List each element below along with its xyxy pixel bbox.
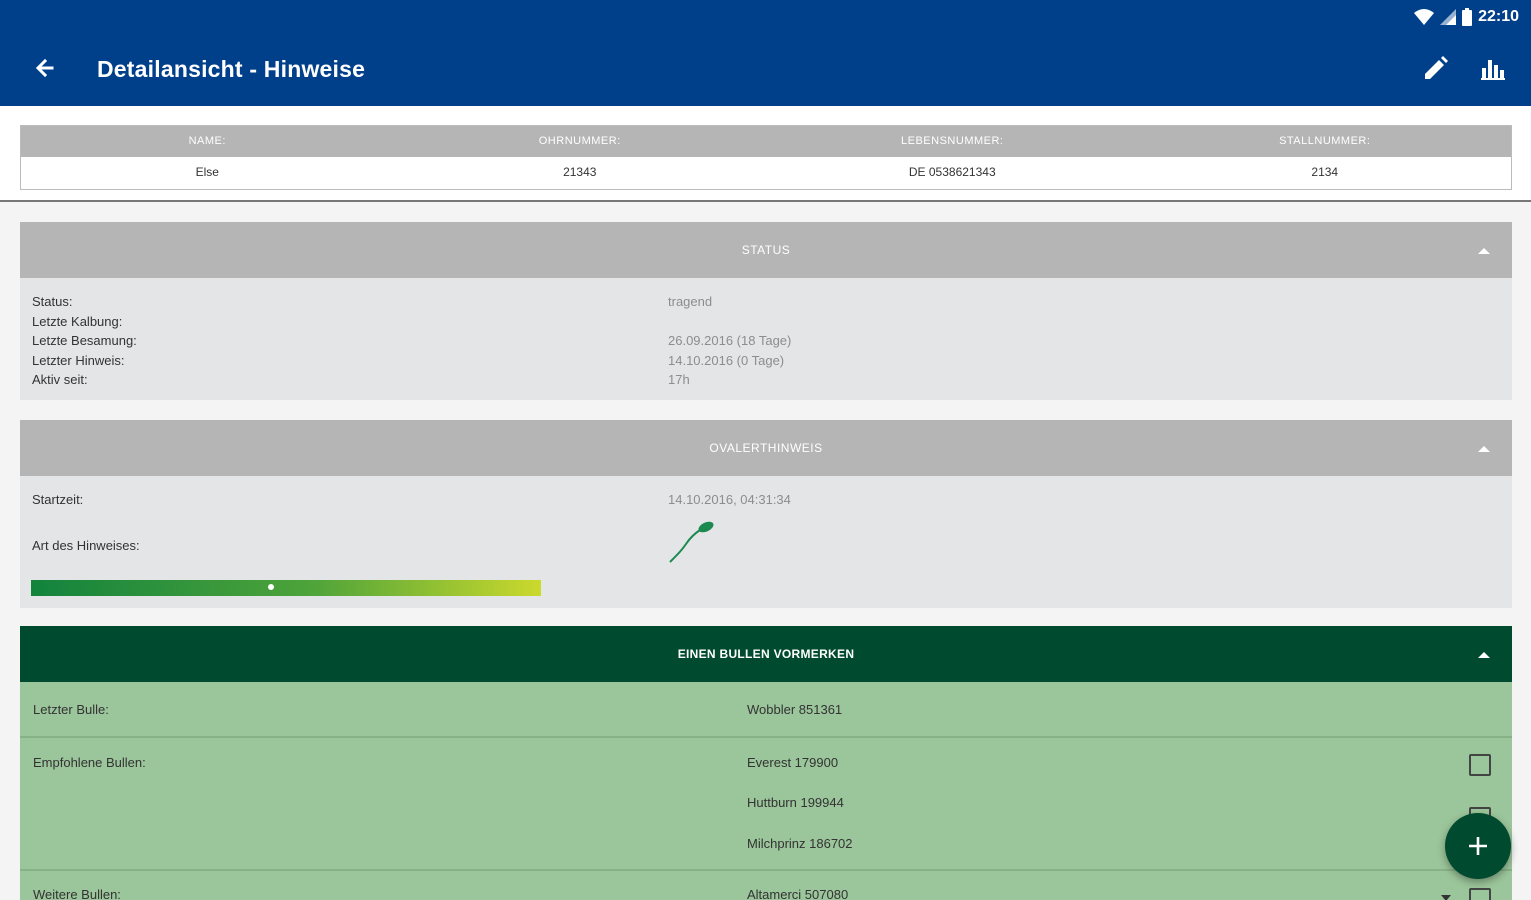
animal-info-table: NAME: OHRNUMMER: LEBENSNUMMER: STALLNUMM… bbox=[20, 125, 1512, 190]
dropdown-arrow-icon[interactable] bbox=[1441, 895, 1451, 900]
recommended-bull-3: Milchprinz 186702 bbox=[747, 836, 853, 851]
back-arrow-icon bbox=[35, 58, 54, 78]
start-time-value: 14.10.2016, 04:31:34 bbox=[668, 492, 791, 507]
chevron-up-icon bbox=[1478, 446, 1490, 452]
bull-section-body: Letzter Bulle: Wobbler 851361 Empfohlene… bbox=[20, 682, 1512, 900]
header-stall-number: STALLNUMMER: bbox=[1279, 135, 1371, 147]
header-name: NAME: bbox=[188, 135, 226, 147]
active-since-label: Aktiv seit: bbox=[32, 372, 88, 387]
status-section: STATUS Status: Letzte Kalbung: Letzte Be… bbox=[20, 222, 1512, 400]
ovulation-section: OVALERTHINWEIS Startzeit: 14.10.2016, 04… bbox=[20, 420, 1512, 608]
bar-chart-icon bbox=[1481, 60, 1505, 80]
ovulation-section-body: Startzeit: 14.10.2016, 04:31:34 Art des … bbox=[20, 476, 1512, 608]
bull-section-header[interactable]: EINEN BULLEN VORMERKEN bbox=[20, 626, 1512, 682]
active-since-value: 17h bbox=[668, 372, 690, 387]
app-bar: 22:10 Detailansicht - Hinweise bbox=[0, 0, 1531, 106]
more-bulls-label: Weitere Bullen: bbox=[33, 887, 121, 900]
bull-section-title: EINEN BULLEN VORMERKEN bbox=[677, 647, 855, 661]
add-button[interactable] bbox=[1445, 813, 1511, 879]
status-label: Status: bbox=[32, 294, 73, 309]
last-bull-value: Wobbler 851361 bbox=[747, 702, 843, 717]
value-life-number: DE 0538621343 bbox=[908, 165, 996, 179]
system-status-bar: 22:10 bbox=[1414, 6, 1519, 28]
more-bulls-checkbox[interactable] bbox=[1469, 888, 1491, 900]
signal-icon bbox=[1440, 9, 1457, 25]
header-ear-number: OHRNUMMER: bbox=[538, 135, 621, 147]
status-section-header[interactable]: STATUS bbox=[20, 222, 1512, 278]
last-bull-checkbox[interactable] bbox=[1469, 754, 1491, 776]
chevron-up-icon bbox=[1478, 652, 1490, 658]
recommended-bull-2: Huttburn 199944 bbox=[747, 795, 844, 810]
more-bulls-select[interactable]: Altamerci 507080 bbox=[747, 887, 848, 900]
header-life-number: LEBENSNUMMER: bbox=[901, 135, 1004, 147]
start-time-label: Startzeit: bbox=[32, 492, 84, 507]
info-table-header: NAME: OHRNUMMER: LEBENSNUMMER: STALLNUMM… bbox=[21, 126, 1511, 157]
last-hint-value: 14.10.2016 (0 Tage) bbox=[668, 353, 785, 368]
statistics-button[interactable] bbox=[1478, 54, 1508, 84]
recommended-bulls-label: Empfohlene Bullen: bbox=[33, 755, 146, 770]
row-divider bbox=[20, 736, 1512, 738]
value-ear-number: 21343 bbox=[563, 165, 597, 179]
last-insemination-label: Letzte Besamung: bbox=[32, 333, 137, 348]
battery-icon bbox=[1462, 8, 1473, 26]
hint-type-label: Art des Hinweises: bbox=[32, 538, 140, 553]
status-value: tragend bbox=[668, 294, 713, 309]
ovulation-section-title: OVALERTHINWEIS bbox=[709, 441, 823, 455]
recommended-bull-1: Everest 179900 bbox=[747, 755, 839, 770]
bull-reservation-section: EINEN BULLEN VORMERKEN Letzter Bulle: Wo… bbox=[20, 626, 1512, 900]
value-name: Else bbox=[195, 165, 219, 179]
edit-pencil-icon bbox=[1425, 56, 1448, 79]
status-section-body: Status: Letzte Kalbung: Letzte Besamung:… bbox=[20, 278, 1512, 400]
clock: 22:10 bbox=[1478, 8, 1519, 25]
back-button[interactable] bbox=[30, 52, 60, 86]
wifi-icon bbox=[1414, 9, 1435, 25]
chevron-up-icon bbox=[1478, 248, 1490, 254]
last-bull-label: Letzter Bulle: bbox=[33, 702, 109, 717]
ovulation-section-header[interactable]: OVALERTHINWEIS bbox=[20, 420, 1512, 476]
value-stall-number: 2134 bbox=[1311, 165, 1339, 179]
progress-marker bbox=[267, 584, 274, 590]
info-table-row: Else 21343 DE 0538621343 2134 bbox=[21, 157, 1511, 189]
last-calving-label: Letzte Kalbung: bbox=[32, 314, 123, 329]
status-section-title: STATUS bbox=[741, 243, 791, 257]
page-title: Detailansicht - Hinweise bbox=[97, 56, 366, 82]
row-divider bbox=[20, 869, 1512, 871]
animal-info-card: NAME: OHRNUMMER: LEBENSNUMMER: STALLNUMM… bbox=[0, 106, 1531, 202]
hint-progress-bar bbox=[31, 580, 541, 596]
last-insemination-value: 26.09.2016 (18 Tage) bbox=[668, 333, 792, 348]
last-hint-label: Letzter Hinweis: bbox=[32, 353, 125, 368]
edit-button[interactable] bbox=[1420, 54, 1450, 84]
sperm-icon bbox=[669, 521, 714, 563]
plus-icon bbox=[1469, 837, 1487, 855]
